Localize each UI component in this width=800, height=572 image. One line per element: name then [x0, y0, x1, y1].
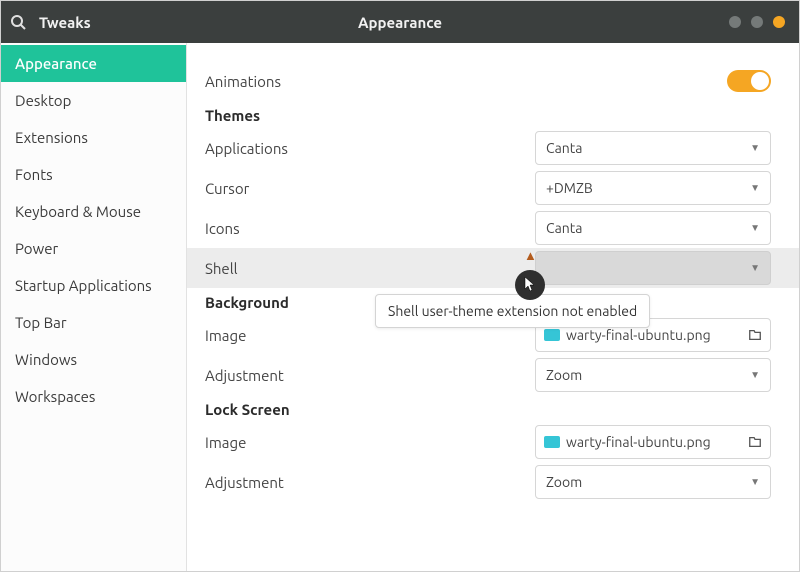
- file-open-icon: [748, 328, 762, 342]
- search-icon[interactable]: [1, 14, 35, 30]
- background-adjustment-row: Adjustment Zoom ▼: [205, 355, 771, 395]
- themes-cursor-row: Cursor +DMZB ▼: [205, 168, 771, 208]
- image-thumb-icon: [544, 436, 560, 448]
- cursor-label: Cursor: [205, 180, 535, 197]
- applications-value: Canta: [546, 140, 582, 156]
- sidebar-item-workspaces[interactable]: Workspaces: [1, 378, 186, 415]
- themes-icons-row: Icons Canta ▼: [205, 208, 771, 248]
- sidebar-item-desktop[interactable]: Desktop: [1, 82, 186, 119]
- section-themes-title: Themes: [205, 101, 771, 128]
- sidebar-item-windows[interactable]: Windows: [1, 341, 186, 378]
- cursor-dropdown[interactable]: +DMZB ▼: [535, 171, 771, 205]
- lockscreen-image-label: Image: [205, 434, 535, 451]
- shell-tooltip: Shell user-theme extension not enabled: [375, 294, 650, 328]
- image-thumb-icon: [544, 329, 560, 341]
- cursor-indicator: [515, 270, 545, 300]
- themes-applications-row: Applications Canta ▼: [205, 128, 771, 168]
- section-lockscreen-title: Lock Screen: [205, 395, 771, 422]
- sidebar-item-label: Power: [15, 240, 58, 257]
- sidebar: Appearance Desktop Extensions Fonts Keyb…: [1, 43, 187, 571]
- app-title: Tweaks: [39, 14, 91, 31]
- chevron-down-icon: ▼: [750, 369, 760, 381]
- sidebar-item-appearance[interactable]: Appearance: [1, 45, 186, 82]
- sidebar-item-fonts[interactable]: Fonts: [1, 156, 186, 193]
- sidebar-item-label: Startup Applications: [15, 277, 152, 294]
- titlebar: Tweaks Appearance: [1, 1, 799, 43]
- sidebar-item-label: Appearance: [15, 55, 97, 72]
- animations-label: Animations: [205, 73, 535, 90]
- toggle-knob: [751, 72, 769, 90]
- animations-row: Animations: [205, 61, 771, 101]
- sidebar-item-label: Keyboard & Mouse: [15, 203, 141, 220]
- background-adjustment-value: Zoom: [546, 367, 582, 383]
- page-title: Appearance: [1, 14, 799, 31]
- lockscreen-image-picker[interactable]: warty-final-ubuntu.png: [535, 425, 771, 459]
- applications-dropdown[interactable]: Canta ▼: [535, 131, 771, 165]
- background-adjustment-label: Adjustment: [205, 367, 535, 384]
- shell-label: Shell: [205, 260, 535, 277]
- chevron-down-icon: ▼: [750, 222, 760, 234]
- sidebar-item-startup-applications[interactable]: Startup Applications: [1, 267, 186, 304]
- chevron-down-icon: ▼: [750, 182, 760, 194]
- file-open-icon: [748, 435, 762, 449]
- animations-toggle[interactable]: [727, 70, 771, 92]
- lockscreen-image-value: warty-final-ubuntu.png: [566, 434, 711, 450]
- background-image-value: warty-final-ubuntu.png: [566, 327, 711, 343]
- icons-label: Icons: [205, 220, 535, 237]
- tweaks-window: Tweaks Appearance Appearance Desktop Ext…: [0, 0, 800, 572]
- sidebar-item-label: Windows: [15, 351, 77, 368]
- lockscreen-adjustment-row: Adjustment Zoom ▼: [205, 462, 771, 502]
- sidebar-item-label: Top Bar: [15, 314, 67, 331]
- sidebar-item-label: Extensions: [15, 129, 88, 146]
- lockscreen-adjustment-dropdown[interactable]: Zoom ▼: [535, 465, 771, 499]
- lockscreen-adjustment-label: Adjustment: [205, 474, 535, 491]
- close-button[interactable]: [773, 16, 785, 28]
- chevron-down-icon: ▼: [750, 476, 760, 488]
- sidebar-item-power[interactable]: Power: [1, 230, 186, 267]
- sidebar-item-keyboard-mouse[interactable]: Keyboard & Mouse: [1, 193, 186, 230]
- background-adjustment-dropdown[interactable]: Zoom ▼: [535, 358, 771, 392]
- cursor-value: +DMZB: [546, 180, 593, 196]
- warning-icon: ▲: [524, 248, 537, 263]
- minimize-button[interactable]: [729, 16, 741, 28]
- icons-value: Canta: [546, 220, 582, 236]
- lockscreen-image-row: Image warty-final-ubuntu.png: [205, 422, 771, 462]
- window-controls: [729, 16, 799, 28]
- sidebar-item-top-bar[interactable]: Top Bar: [1, 304, 186, 341]
- sidebar-item-extensions[interactable]: Extensions: [1, 119, 186, 156]
- maximize-button[interactable]: [751, 16, 763, 28]
- sidebar-item-label: Desktop: [15, 92, 71, 109]
- sidebar-item-label: Fonts: [15, 166, 53, 183]
- lockscreen-adjustment-value: Zoom: [546, 474, 582, 490]
- chevron-down-icon: ▼: [750, 262, 760, 274]
- icons-dropdown[interactable]: Canta ▼: [535, 211, 771, 245]
- sidebar-item-label: Workspaces: [15, 388, 95, 405]
- chevron-down-icon: ▼: [750, 142, 760, 154]
- background-image-label: Image: [205, 327, 535, 344]
- shell-dropdown: ▼: [535, 251, 771, 285]
- themes-shell-row: Shell ▲ ▼: [187, 248, 799, 288]
- applications-label: Applications: [205, 140, 535, 157]
